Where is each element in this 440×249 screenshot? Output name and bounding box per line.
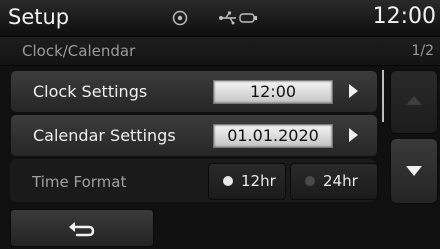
clock-settings-label: Clock Settings [33,82,148,101]
back-arrow-icon [69,222,95,237]
calendar-settings-row[interactable]: Calendar Settings 01.01.2020 [10,114,378,157]
clock-value: 12:00 [213,80,333,104]
calendar-settings-label: Calendar Settings [33,126,176,145]
disc-icon [172,10,188,26]
clock-settings-row[interactable]: Clock Settings 12:00 [10,70,378,113]
right-arrow-icon [349,84,358,98]
time-format-row: Time Format 12hr 24hr [10,159,378,202]
right-arrow-icon [349,128,358,142]
back-button[interactable] [10,209,154,247]
radio-12hr[interactable]: 12hr [208,163,286,200]
page-indicator: 1/2 [411,43,434,59]
status-clock: 12:00 [372,4,436,29]
radio-12hr-label: 12hr [241,172,276,190]
calendar-value: 01.01.2020 [213,124,333,148]
usb-icon [219,11,257,25]
radio-24hr[interactable]: 24hr [290,163,378,200]
scroll-up-button[interactable] [390,70,438,134]
up-arrow-icon [406,96,422,105]
status-bar: Setup 12:00 [0,0,440,37]
time-format-label: Time Format [32,173,127,191]
radio-unselected-icon [305,176,315,186]
radio-24hr-label: 24hr [323,172,358,190]
setup-screen: Setup 12:00 Clock/Calendar 1/2 Clock Set… [0,0,440,249]
section-header: Clock/Calendar 1/2 [0,37,440,66]
scroll-indicator [382,70,384,122]
radio-selected-icon [223,176,233,186]
section-title: Clock/Calendar [22,42,136,60]
down-arrow-icon [406,166,422,176]
scroll-down-button[interactable] [390,138,438,204]
screen-title: Setup [8,5,70,29]
